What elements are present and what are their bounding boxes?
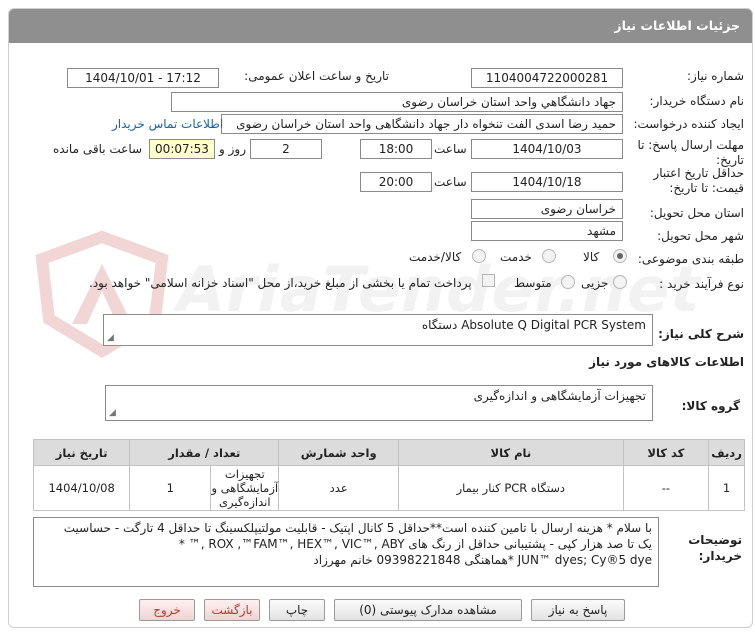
- cell-quantity: 1: [166, 481, 174, 495]
- buyer-notes-field: با سلام * هزینه ارسال با تامین کننده است…: [33, 517, 659, 587]
- validity-time-field: 20:00: [360, 172, 432, 192]
- process-radio-minor[interactable]: [613, 275, 627, 289]
- summary-label: شرح کلی نیاز:: [658, 327, 744, 341]
- process-type-label: نوع فرآیند خرید :: [659, 277, 744, 291]
- buyer-label: نام دستگاه خریدار:: [649, 94, 745, 108]
- validity-date-field: 1404/10/18: [471, 172, 623, 192]
- back-button[interactable]: بازگشت: [204, 599, 260, 621]
- cell-code: --: [622, 465, 710, 511]
- category-option-goods-service: کالا/خدمت: [409, 250, 462, 264]
- print-button[interactable]: چاپ: [269, 599, 325, 621]
- province-field: خراسان رضوی: [471, 199, 623, 219]
- category-option-service: خدمت: [500, 250, 532, 264]
- resize-grip-icon: ◢: [109, 408, 116, 418]
- cell-name: دستگاه PCR کنار بیمار: [398, 465, 624, 511]
- days-label: روز و: [219, 142, 246, 156]
- category-label: طبقه بندی موضوعی:: [637, 252, 744, 266]
- col-header-unit: واحد شمارش: [278, 439, 400, 466]
- cell-group-line2: آزمایشگاهی و: [211, 481, 279, 495]
- remaining-time-field: 00:07:53: [149, 139, 215, 159]
- cell-group: تجهیزات آزمایشگاهی و اندازه‌گیری: [210, 466, 278, 510]
- buyer-notes-line3: JUN™ dyes; Cy®5 dye *هماهنگی 09398221848…: [313, 553, 652, 567]
- category-option-goods: کالا: [583, 250, 600, 264]
- buyer-notes-line2: یک تا صد هزار کپی - پشتیبانی حداقل از رن…: [178, 537, 652, 551]
- table-header-row: ردیف کد کالا نام کالا واحد شمارش تعداد /…: [32, 439, 745, 466]
- process-radio-medium[interactable]: [561, 275, 575, 289]
- cell-row-number: 1: [708, 465, 745, 511]
- view-attachments-button[interactable]: مشاهده مدارک پیوستی (0): [334, 599, 522, 621]
- announce-date-label: تاریخ و ساعت اعلان عمومی:: [244, 69, 389, 83]
- treasury-payment-checkbox[interactable]: [482, 274, 495, 287]
- category-radio-goods[interactable]: [613, 249, 627, 263]
- reply-button[interactable]: پاسخ به نیاز: [531, 599, 625, 621]
- need-number-field: 1104004722000281: [471, 68, 623, 88]
- deadline-label-line1: مهلت ارسال پاسخ: تا: [637, 138, 744, 152]
- panel-title: جزئیات اطلاعات نیاز: [9, 9, 752, 43]
- province-label: استان محل تحویل:: [649, 206, 744, 220]
- process-option-minor: جزیی: [581, 276, 609, 290]
- col-header-name: نام کالا: [398, 439, 624, 466]
- requester-field: حمید رضا اسدی الفت تنخواه دار جهاد دانشگ…: [221, 114, 623, 134]
- validity-time-label: ساعت: [434, 175, 467, 189]
- requester-label: ایجاد کننده درخواست:: [633, 117, 744, 131]
- buyer-field: جهاد دانشگاهي واحد استان خراسان رضوی: [171, 92, 623, 112]
- summary-field: Absolute Q Digital PCR System دستگاه ◢: [103, 314, 653, 346]
- cell-unit: عدد: [278, 465, 400, 511]
- need-number-label: شماره نیاز:: [687, 69, 744, 83]
- city-field: مشهد: [471, 221, 623, 241]
- cell-group-line1: تجهیزات: [224, 467, 265, 481]
- treasury-payment-note: پرداخت تمام یا بخشی از مبلغ خرید،از محل …: [89, 276, 472, 290]
- exit-button[interactable]: خروج: [139, 599, 195, 621]
- city-label: شهر محل تحویل:: [657, 229, 744, 243]
- col-header-code: کد کالا: [622, 439, 710, 466]
- col-header-quantity: تعداد / مقدار: [129, 439, 280, 466]
- goods-group-field: تجهیزات آزمایشگاهی و اندازه‌گیری ◢: [105, 385, 653, 421]
- col-header-row-number: ردیف: [708, 439, 745, 466]
- buyer-notes-line1: با سلام * هزینه ارسال با تامین کننده است…: [63, 521, 652, 535]
- cell-quantity-group: تجهیزات آزمایشگاهی و اندازه‌گیری 1: [129, 465, 280, 511]
- announce-date-field: 1404/10/01 - 17:12: [67, 68, 219, 88]
- resize-grip-icon: ◢: [107, 333, 114, 343]
- need-details-panel: جزئیات اطلاعات نیاز AriaTender.net شماره…: [8, 8, 753, 628]
- validity-label-line1: حداقل تاریخ اعتبار: [653, 166, 744, 180]
- cell-need-date: 1404/10/08: [32, 465, 131, 511]
- category-radio-service[interactable]: [542, 249, 556, 263]
- summary-text: Absolute Q Digital PCR System دستگاه: [421, 318, 646, 332]
- cell-group-line3: اندازه‌گیری: [219, 495, 271, 509]
- deadline-date-field: 1404/10/03: [471, 139, 623, 159]
- goods-group-label: گروه کالا:: [681, 399, 740, 413]
- buyer-notes-label-line2: خریدار:: [698, 549, 742, 563]
- deadline-time-field: 18:00: [360, 139, 432, 159]
- buyer-contact-link[interactable]: اطلاعات تماس خریدار: [112, 117, 223, 131]
- table-row: 1 -- دستگاه PCR کنار بیمار عدد تجهیزات آ…: [32, 465, 745, 511]
- deadline-time-label: ساعت: [434, 142, 467, 156]
- validity-label-line2: قیمت: تا تاریخ:: [669, 181, 744, 195]
- goods-group-text: تجهیزات آزمایشگاهی و اندازه‌گیری: [473, 389, 646, 403]
- remaining-time-label: ساعت باقی مانده: [53, 142, 143, 156]
- goods-table: ردیف کد کالا نام کالا واحد شمارش تعداد /…: [32, 439, 745, 511]
- goods-section-title: اطلاعات کالاهای مورد نیاز: [589, 355, 744, 369]
- col-header-need-date: تاریخ نیاز: [32, 439, 131, 466]
- category-radio-goods-service[interactable]: [472, 249, 486, 263]
- deadline-label-line2: تاریخ:: [716, 153, 744, 167]
- days-remaining-field: 2: [250, 139, 322, 159]
- process-option-medium: متوسط: [514, 276, 552, 290]
- buyer-notes-label-line1: توضیحات: [688, 533, 742, 547]
